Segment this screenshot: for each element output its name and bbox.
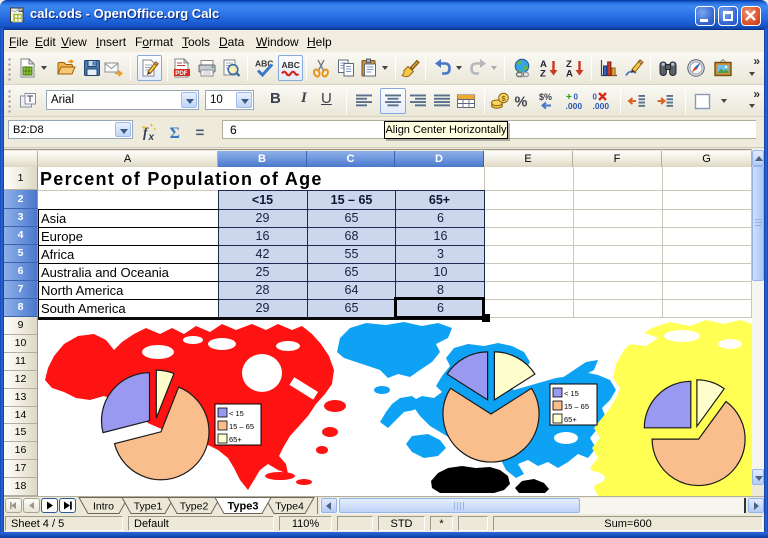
svg-text:< 15: < 15 <box>229 409 244 418</box>
svg-text:%: % <box>515 95 528 111</box>
svg-text:Intro: Intro <box>93 501 114 513</box>
svg-text:Type3: Type3 <box>228 501 259 513</box>
svg-text:x: x <box>148 132 155 142</box>
svg-text:=: = <box>196 125 205 142</box>
svg-text:Z: Z <box>540 69 546 79</box>
svg-text:.000: .000 <box>566 101 583 111</box>
svg-text:.000: .000 <box>593 101 610 111</box>
svg-text:Type2: Type2 <box>180 501 209 513</box>
svg-text:$%: $% <box>539 92 552 102</box>
svg-text:Type4: Type4 <box>275 501 304 513</box>
svg-text:PDF: PDF <box>175 70 188 77</box>
svg-text:Σ: Σ <box>170 125 180 142</box>
svg-text:65+: 65+ <box>229 435 242 444</box>
svg-text:65+: 65+ <box>564 415 577 424</box>
svg-text:15 – 65: 15 – 65 <box>229 422 254 431</box>
svg-text:< 15: < 15 <box>564 389 579 398</box>
svg-text:A: A <box>566 69 573 79</box>
svg-text:Type1: Type1 <box>134 501 163 513</box>
svg-text:ABC: ABC <box>282 60 300 70</box>
svg-text:15 – 65: 15 – 65 <box>564 402 589 411</box>
